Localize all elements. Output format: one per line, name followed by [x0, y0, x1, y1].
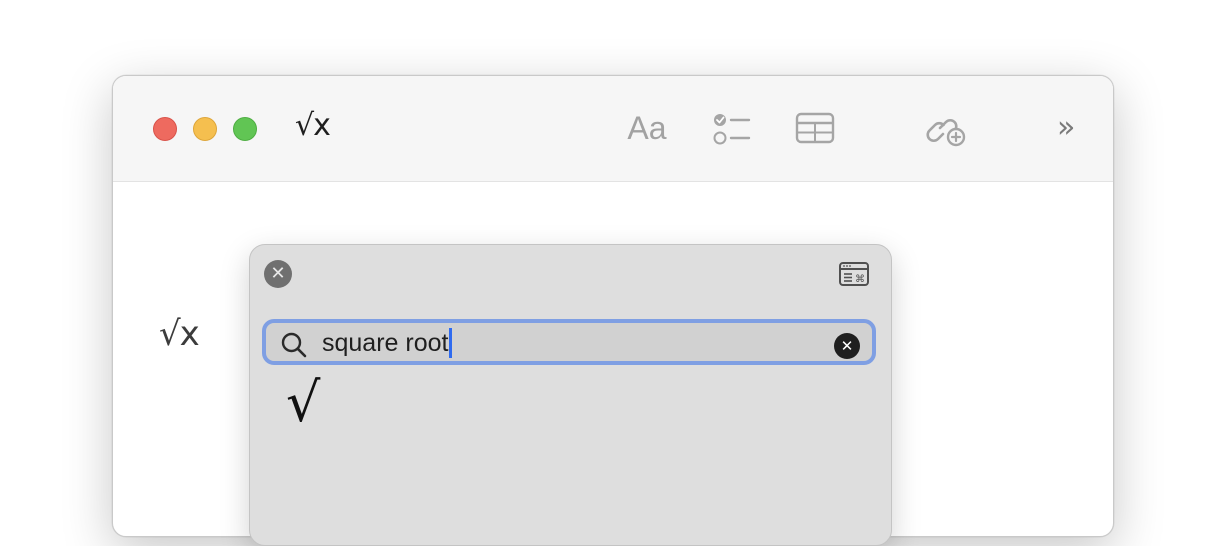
search-icon	[280, 331, 308, 359]
document-text[interactable]: √x	[159, 314, 200, 354]
close-window-button[interactable]	[153, 117, 177, 141]
window-title: √x	[295, 108, 331, 143]
character-viewer-popover: ✕ ⌘ square root ✕ √	[249, 244, 892, 546]
expand-viewer-icon[interactable]: ⌘	[838, 261, 870, 287]
checklist-icon[interactable]	[709, 108, 753, 148]
svg-text:⌘: ⌘	[855, 274, 865, 285]
table-icon[interactable]	[793, 108, 837, 148]
close-icon[interactable]: ✕	[264, 260, 292, 288]
link-add-icon[interactable]	[925, 108, 969, 148]
zoom-window-button[interactable]	[233, 117, 257, 141]
text-caret	[449, 328, 453, 358]
search-input[interactable]: square root	[322, 328, 453, 358]
more-chevrons-icon[interactable]: »	[1057, 108, 1101, 148]
title-bar: √x Aa »	[113, 76, 1113, 182]
minimize-window-button[interactable]	[193, 117, 217, 141]
clear-search-icon[interactable]: ✕	[834, 333, 860, 359]
search-field[interactable]: square root ✕	[262, 319, 876, 365]
text-format-icon[interactable]: Aa	[625, 108, 669, 148]
result-character[interactable]: √	[286, 373, 320, 433]
search-input-text: square root	[322, 329, 449, 357]
